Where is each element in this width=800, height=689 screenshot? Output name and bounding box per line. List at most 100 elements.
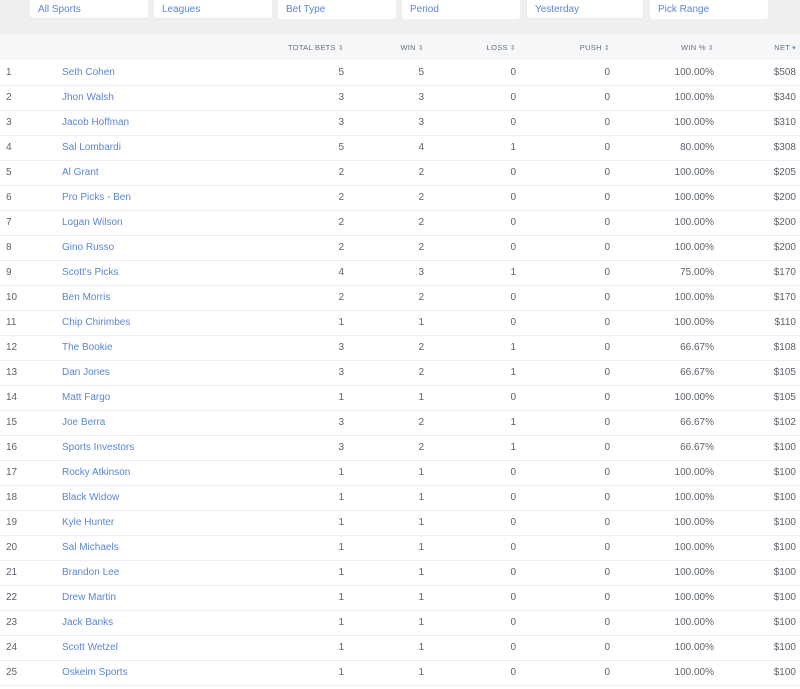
total-bets-cell: 5 xyxy=(338,142,344,153)
row-rank: 20 xyxy=(6,542,18,553)
capper-name-link[interactable]: Scott Wetzel xyxy=(62,642,118,653)
win-cell: 1 xyxy=(418,392,424,403)
row-rank: 5 xyxy=(6,167,12,178)
capper-name-link[interactable]: Jack Banks xyxy=(62,617,113,628)
filter-sports[interactable]: All Sports xyxy=(30,0,148,19)
net-cell: $102 xyxy=(773,417,796,428)
header-total-bets[interactable]: TOTAL BETS ⇕ xyxy=(236,35,348,60)
win-pct-cell: 75.00% xyxy=(680,267,714,278)
capper-name-link[interactable]: Oskeim Sports xyxy=(62,667,128,678)
push-cell: 0 xyxy=(604,66,610,78)
win-cell: 1 xyxy=(418,642,424,653)
win-pct-cell: 66.67% xyxy=(680,342,714,353)
total-bets-cell: 3 xyxy=(338,442,344,453)
loss-cell: 1 xyxy=(510,342,516,353)
name-cell: Dan Jones xyxy=(58,360,236,385)
win-cell: 1 xyxy=(418,317,424,328)
filter-period[interactable]: Period xyxy=(402,0,520,19)
push-cell: 0 xyxy=(604,242,610,253)
loss-cell: 0 xyxy=(510,66,516,78)
capper-name-link[interactable]: Chip Chirimbes xyxy=(62,317,130,328)
net-cell: $308 xyxy=(773,142,796,153)
capper-name-link[interactable]: Drew Martin xyxy=(62,592,116,603)
capper-name-link[interactable]: Matt Fargo xyxy=(62,392,110,403)
capper-name-link[interactable]: Seth Cohen xyxy=(62,67,115,78)
push-cell: 0 xyxy=(604,392,610,403)
table-row: 23 Jack Banks 1 1 0 0 100.00% $100 xyxy=(0,610,800,635)
filter-leagues[interactable]: Leagues xyxy=(154,0,272,19)
leaderboard-table-container: TOTAL BETS ⇕ WIN ⇕ LOSS ⇕ PUSH ⇕ WIN % ⇕ NET ▾… xyxy=(0,35,800,686)
loss-cell: 1 xyxy=(510,367,516,378)
total-bets-cell: 3 xyxy=(338,367,344,378)
push-cell: 0 xyxy=(604,92,610,103)
capper-name-link[interactable]: Gino Russo xyxy=(62,242,114,253)
capper-name-link[interactable]: Jacob Hoffman xyxy=(62,117,129,128)
win-pct-cell: 66.67% xyxy=(680,442,714,453)
header-push[interactable]: PUSH ⇕ xyxy=(520,35,614,60)
win-pct-cell: 80.00% xyxy=(680,142,714,153)
total-bets-cell: 1 xyxy=(338,467,344,478)
total-bets-cell: 1 xyxy=(338,592,344,603)
capper-name-link[interactable]: Rocky Atkinson xyxy=(62,467,130,478)
push-cell: 0 xyxy=(604,517,610,528)
push-cell: 0 xyxy=(604,142,610,153)
loss-cell: 0 xyxy=(510,542,516,553)
header-loss[interactable]: LOSS ⇕ xyxy=(428,35,520,60)
capper-name-link[interactable]: Logan Wilson xyxy=(62,217,123,228)
net-cell: $100 xyxy=(773,542,796,553)
loss-cell: 1 xyxy=(510,142,516,153)
capper-name-link[interactable]: Sal Michaels xyxy=(62,542,119,553)
row-rank: 19 xyxy=(6,517,18,528)
loss-cell: 0 xyxy=(510,517,516,528)
win-pct-cell: 100.00% xyxy=(674,617,714,628)
capper-name-link[interactable]: Dan Jones xyxy=(62,367,110,378)
name-cell: Gino Russo xyxy=(58,235,236,260)
total-bets-cell: 1 xyxy=(338,642,344,653)
capper-name-link[interactable]: Black Widow xyxy=(62,492,119,503)
capper-name-link[interactable]: Al Grant xyxy=(62,167,99,178)
capper-name-link[interactable]: Scott's Picks xyxy=(62,267,118,278)
table-row: 3 Jacob Hoffman 3 3 0 0 100.00% $310 xyxy=(0,110,800,135)
name-cell: Sports Investors xyxy=(58,435,236,460)
capper-name-link[interactable]: The Bookie xyxy=(62,342,113,353)
capper-name-link[interactable]: Kyle Hunter xyxy=(62,517,114,528)
filter-bet-type[interactable]: Bet Type xyxy=(278,0,396,19)
net-cell: $108 xyxy=(773,342,796,353)
header-name xyxy=(58,35,236,60)
win-cell: 2 xyxy=(418,167,424,178)
capper-name-link[interactable]: Jhon Walsh xyxy=(62,92,114,103)
win-cell: 2 xyxy=(418,242,424,253)
table-row: 18 Black Widow 1 1 0 0 100.00% $100 xyxy=(0,485,800,510)
total-bets-cell: 1 xyxy=(338,392,344,403)
capper-name-link[interactable]: Ben Morris xyxy=(62,292,110,303)
total-bets-cell: 2 xyxy=(338,217,344,228)
capper-name-link[interactable]: Joe Berra xyxy=(62,417,105,428)
capper-name-link[interactable]: Brandon Lee xyxy=(62,567,119,578)
net-cell: $105 xyxy=(773,392,796,403)
filter-date[interactable]: Yesterday xyxy=(526,0,644,19)
header-label: PUSH xyxy=(579,43,602,52)
capper-name-link[interactable]: Sal Lombardi xyxy=(62,142,121,153)
total-bets-cell: 1 xyxy=(338,567,344,578)
row-rank: 2 xyxy=(6,92,12,103)
win-cell: 1 xyxy=(418,517,424,528)
loss-cell: 0 xyxy=(510,292,516,303)
capper-name-link[interactable]: Pro Picks - Ben xyxy=(62,192,131,203)
total-bets-cell: 3 xyxy=(338,117,344,128)
header-win-pct[interactable]: WIN % ⇕ xyxy=(614,35,718,60)
filter-pick-range[interactable]: Pick Range xyxy=(650,0,768,19)
net-cell: $170 xyxy=(773,267,796,278)
header-net[interactable]: NET ▾ xyxy=(718,35,800,60)
loss-cell: 0 xyxy=(510,642,516,653)
win-cell: 1 xyxy=(418,667,424,678)
table-row: 12 The Bookie 3 2 1 0 66.67% $108 xyxy=(0,335,800,360)
capper-name-link[interactable]: Sports Investors xyxy=(62,442,134,453)
table-row: 11 Chip Chirimbes 1 1 0 0 100.00% $110 xyxy=(0,310,800,335)
push-cell: 0 xyxy=(604,442,610,453)
sort-both-icon: ⇕ xyxy=(707,45,714,52)
win-pct-cell: 100.00% xyxy=(674,567,714,578)
name-cell: Jacob Hoffman xyxy=(58,110,236,135)
table-row: 9 Scott's Picks 4 3 1 0 75.00% $170 xyxy=(0,260,800,285)
header-win[interactable]: WIN ⇕ xyxy=(348,35,428,60)
loss-cell: 0 xyxy=(510,167,516,178)
